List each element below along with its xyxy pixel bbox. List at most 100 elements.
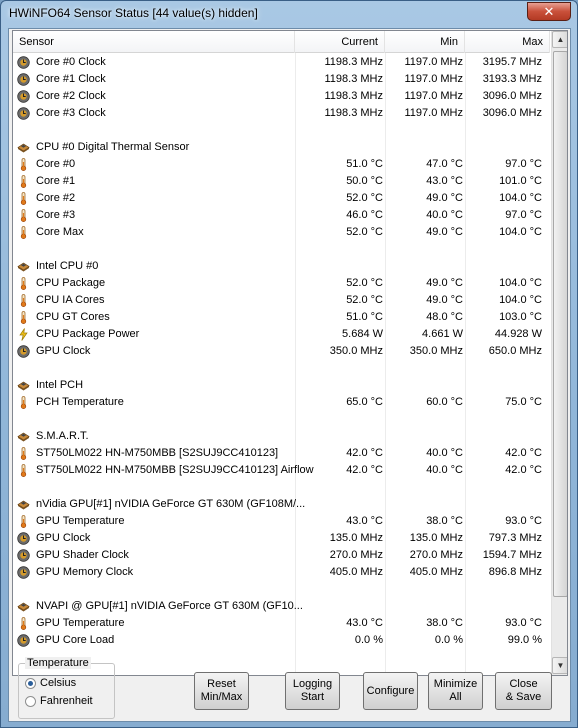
- sensor-group-row[interactable]: S.M.A.R.T.: [13, 428, 550, 445]
- column-header-min[interactable]: Min: [385, 31, 465, 53]
- max-value: 3193.3 MHz: [482, 73, 542, 85]
- max-value: 3096.0 MHz: [482, 90, 542, 102]
- current-value: 65.0 °C: [346, 396, 383, 408]
- close-save-button[interactable]: Close & Save: [495, 672, 552, 710]
- sensor-name: Core #1 Clock: [36, 73, 106, 85]
- sensor-name: Core #0 Clock: [36, 56, 106, 68]
- thermometer-icon: [17, 294, 30, 307]
- sensor-name: GPU Shader Clock: [36, 549, 129, 561]
- sensor-row[interactable]: GPU Temperature 43.0 °C 38.0 °C 93.0 °C: [13, 513, 550, 530]
- sensor-row[interactable]: GPU Shader Clock 270.0 MHz 270.0 MHz 1594.7…: [13, 547, 550, 564]
- sensor-row[interactable]: Core #3 Clock 1198.3 MHz 1197.0 MHz 3096.0 …: [13, 105, 550, 122]
- title-bar[interactable]: HWiNFO64 Sensor Status [44 value(s) hidd…: [1, 1, 577, 27]
- sensor-row[interactable]: GPU Clock 350.0 MHz 350.0 MHz 650.0 MHz: [13, 343, 550, 360]
- sensor-row[interactable]: CPU IA Cores 52.0 °C 49.0 °C 104.0 °C: [13, 292, 550, 309]
- sensor-row[interactable]: Core #1 50.0 °C 43.0 °C 101.0 °C: [13, 173, 550, 190]
- sensor-row[interactable]: PCH Temperature 65.0 °C 60.0 °C 75.0 °C: [13, 394, 550, 411]
- sensor-row[interactable]: Core Max 52.0 °C 49.0 °C 104.0 °C: [13, 224, 550, 241]
- sensor-name: GPU Core Load: [36, 634, 115, 646]
- sensor-row[interactable]: GPU Temperature 43.0 °C 38.0 °C 93.0 °C: [13, 615, 550, 632]
- thermometer-icon: [17, 192, 30, 205]
- spacer-row: [13, 581, 550, 598]
- max-value: 104.0 °C: [499, 192, 542, 204]
- sensor-row[interactable]: Core #0 Clock 1198.3 MHz 1197.0 MHz 3195.7 …: [13, 54, 550, 71]
- sensor-list: Sensor Current Min Max Core #0 Clock 1198…: [12, 30, 568, 676]
- clock-icon: [17, 634, 30, 647]
- current-value: 43.0 °C: [346, 515, 383, 527]
- current-value: 1198.3 MHz: [324, 73, 384, 85]
- current-value: 52.0 °C: [346, 192, 383, 204]
- current-value: 270.0 MHz: [329, 549, 383, 561]
- sensor-row[interactable]: Core #2 52.0 °C 49.0 °C 104.0 °C: [13, 190, 550, 207]
- min-value: 40.0 °C: [426, 447, 463, 459]
- thermometer-icon: [17, 311, 30, 324]
- sensor-name: CPU Package: [36, 277, 106, 289]
- current-value: 52.0 °C: [346, 277, 383, 289]
- radio-unselected-icon[interactable]: [25, 696, 36, 707]
- thermometer-icon: [17, 226, 30, 239]
- chip-icon: [17, 430, 30, 443]
- sensor-row[interactable]: GPU Clock 135.0 MHz 135.0 MHz 797.3 MHz: [13, 530, 550, 547]
- sensor-row[interactable]: GPU Core Load 0.0 % 0.0 % 99.0 %: [13, 632, 550, 649]
- sensor-row[interactable]: Core #0 51.0 °C 47.0 °C 97.0 °C: [13, 156, 550, 173]
- sensor-name: Core #2: [36, 192, 76, 204]
- min-value: 60.0 °C: [426, 396, 463, 408]
- max-value: 93.0 °C: [505, 515, 542, 527]
- scroll-up-button[interactable]: ▲: [552, 31, 567, 48]
- sensor-row[interactable]: CPU Package 52.0 °C 49.0 °C 104.0 °C: [13, 275, 550, 292]
- temperature-group-label: Temperature: [25, 657, 91, 669]
- thermometer-icon: [17, 209, 30, 222]
- max-value: 99.0 %: [507, 634, 542, 646]
- window-title: HWiNFO64 Sensor Status [44 value(s) hidd…: [9, 6, 258, 20]
- sensor-row[interactable]: Core #3 46.0 °C 40.0 °C 97.0 °C: [13, 207, 550, 224]
- list-header: Sensor Current Min Max: [13, 31, 550, 53]
- minimize-all-button[interactable]: Minimize All: [428, 672, 483, 710]
- configure-button[interactable]: Configure: [363, 672, 418, 710]
- sensor-name: ST750LM022 HN-M750MBB [S2SUJ9CC410123] A…: [36, 464, 314, 476]
- sensor-row[interactable]: Core #2 Clock 1198.3 MHz 1197.0 MHz 3096.0 …: [13, 88, 550, 105]
- spacer-row: [13, 360, 550, 377]
- max-value: 103.0 °C: [499, 311, 542, 323]
- column-header-max[interactable]: Max: [465, 31, 550, 53]
- sensor-group-row[interactable]: Intel CPU #0: [13, 258, 550, 275]
- min-value: 1197.0 MHz: [404, 56, 464, 68]
- spacer-row: [13, 479, 550, 496]
- current-value: 350.0 MHz: [329, 345, 383, 357]
- sensor-group-row[interactable]: nVidia GPU[#1] nVIDIA GeForce GT 630M (G…: [13, 496, 550, 513]
- sensor-row[interactable]: ST750LM022 HN-M750MBB [S2SUJ9CC410123] 42…: [13, 445, 550, 462]
- sensor-name: Intel PCH: [36, 379, 84, 391]
- sensor-row[interactable]: Core #1 Clock 1198.3 MHz 1197.0 MHz 3193.3 …: [13, 71, 550, 88]
- sensor-row[interactable]: ST750LM022 HN-M750MBB [S2SUJ9CC410123] A…: [13, 462, 550, 479]
- sensor-name: CPU GT Cores: [36, 311, 110, 323]
- min-value: 48.0 °C: [426, 311, 463, 323]
- sensor-row[interactable]: CPU GT Cores 51.0 °C 48.0 °C 103.0 °C: [13, 309, 550, 326]
- chip-icon: [17, 141, 30, 154]
- max-value: 797.3 MHz: [488, 532, 542, 544]
- current-value: 43.0 °C: [346, 617, 383, 629]
- sensor-name: GPU Temperature: [36, 515, 125, 527]
- max-value: 93.0 °C: [505, 617, 542, 629]
- current-value: 0.0 %: [354, 634, 383, 646]
- min-value: 0.0 %: [434, 634, 463, 646]
- reset-min-max-button[interactable]: Reset Min/Max: [194, 672, 249, 710]
- scroll-thumb[interactable]: [553, 51, 567, 597]
- sensor-group-row[interactable]: Intel PCH: [13, 377, 550, 394]
- max-value: 101.0 °C: [499, 175, 542, 187]
- window-close-button[interactable]: ✕: [527, 2, 571, 21]
- sensor-group-row[interactable]: CPU #0 Digital Thermal Sensor: [13, 139, 550, 156]
- column-header-sensor[interactable]: Sensor: [13, 31, 295, 53]
- sensor-row[interactable]: CPU Package Power 5.684 W 4.661 W 44.928 W: [13, 326, 550, 343]
- radio-selected-icon[interactable]: [25, 678, 36, 689]
- sensor-row[interactable]: GPU Memory Clock 405.0 MHz 405.0 MHz 896.8 …: [13, 564, 550, 581]
- chip-icon: [17, 600, 30, 613]
- column-header-current[interactable]: Current: [295, 31, 385, 53]
- sensor-group-row[interactable]: NVAPI @ GPU[#1] nVIDIA GeForce GT 630M (…: [13, 598, 550, 615]
- vertical-scrollbar[interactable]: ▲ ▼: [551, 31, 567, 675]
- scroll-down-button[interactable]: ▼: [552, 657, 567, 674]
- clock-icon: [17, 566, 30, 579]
- thermometer-icon: [17, 447, 30, 460]
- spacer-row: [13, 411, 550, 428]
- logging-start-button[interactable]: Logging Start: [285, 672, 340, 710]
- max-value: 3096.0 MHz: [482, 107, 542, 119]
- clock-icon: [17, 532, 30, 545]
